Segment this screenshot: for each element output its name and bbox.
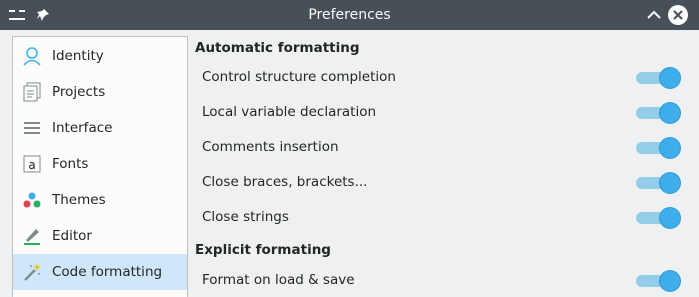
svg-text:a: a [28, 158, 35, 172]
setting-row: Comments insertion [188, 133, 688, 163]
sidebar-item-label: Code formatting [52, 264, 163, 280]
themes-icon [22, 190, 42, 210]
toggle-switch[interactable] [636, 270, 680, 292]
sidebar-item-editor[interactable]: Editor [13, 218, 187, 254]
sidebar-item-code-formatting[interactable]: Code formatting [13, 254, 187, 290]
sidebar-item-label: Identity [52, 48, 104, 64]
section-title-automatic: Automatic formatting [195, 40, 360, 56]
setting-label: Comments insertion [202, 139, 339, 155]
editor-icon [22, 226, 42, 246]
window-title: Preferences [308, 7, 391, 23]
sidebar-item-label: Fonts [52, 156, 89, 172]
section-title-explicit: Explicit formating [195, 242, 331, 258]
setting-row: Local variable declaration [188, 98, 688, 128]
setting-label: Close braces, brackets... [202, 174, 368, 190]
sidebar-item-identity[interactable]: Identity [13, 38, 187, 74]
setting-row: Control structure completion [188, 63, 688, 93]
title-bar: Preferences [0, 0, 699, 30]
sidebar-item-label: Projects [52, 84, 106, 100]
sidebar-item-themes[interactable]: Themes [13, 182, 187, 218]
setting-label: Close strings [202, 209, 289, 225]
setting-label: Control structure completion [202, 69, 396, 85]
projects-icon [22, 82, 42, 102]
sidebar-item-label: Interface [52, 120, 113, 136]
toggle-switch[interactable] [636, 207, 680, 229]
toggle-switch[interactable] [636, 172, 680, 194]
fonts-icon: a [22, 154, 42, 174]
toggle-switch[interactable] [636, 137, 680, 159]
setting-label: Format on load & save [202, 272, 355, 288]
settings-panel: Automatic formatting Control structure c… [188, 30, 699, 296]
toggle-switch[interactable] [636, 102, 680, 124]
toggle-switch[interactable] [636, 67, 680, 89]
minimize-icon[interactable] [645, 6, 663, 24]
sidebar-item-label: Editor [52, 228, 92, 244]
setting-label: Local variable declaration [202, 104, 377, 120]
user-icon [22, 46, 42, 66]
sidebar-item-label: Themes [52, 192, 106, 208]
setting-row: Close strings [188, 203, 688, 233]
sidebar-item-projects[interactable]: Projects [13, 74, 187, 110]
sidebar-item-interface[interactable]: Interface [13, 110, 187, 146]
magic-wand-icon [22, 262, 42, 282]
setting-row: Close braces, brackets... [188, 168, 688, 198]
sidebar: Identity Projects Interface a Fonts Them… [12, 36, 188, 297]
setting-row: Format on load & save [188, 266, 688, 296]
close-icon[interactable] [668, 5, 688, 25]
sidebar-item-fonts[interactable]: a Fonts [13, 146, 187, 182]
interface-icon [22, 118, 42, 138]
